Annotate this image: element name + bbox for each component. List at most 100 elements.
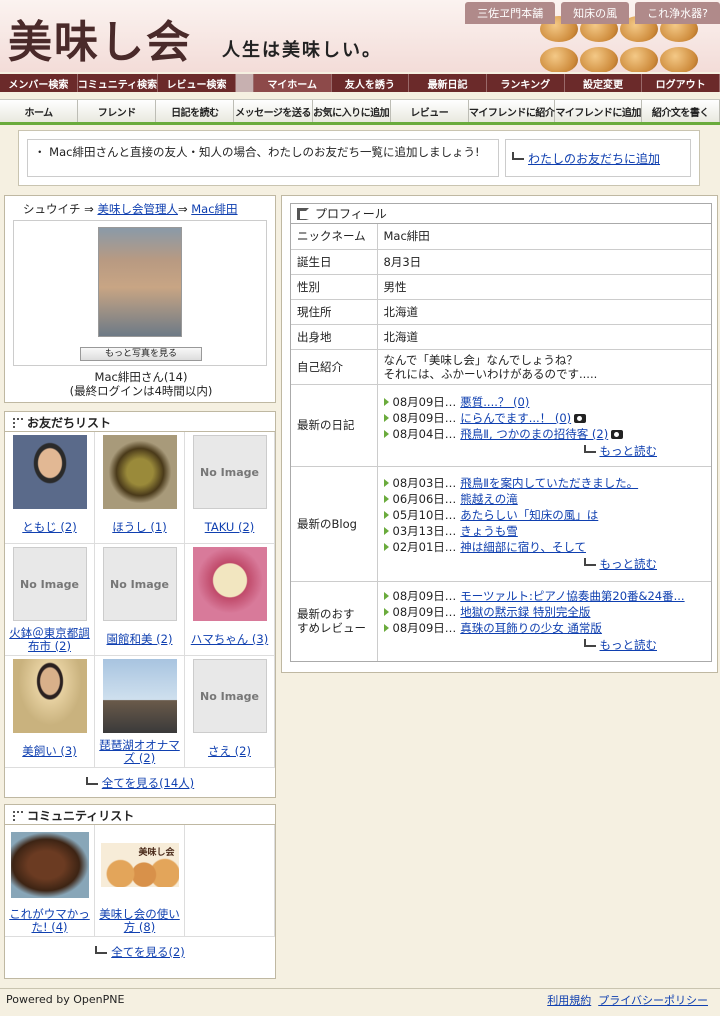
tab-friend[interactable]: フレンド (78, 100, 157, 122)
add-friend-link[interactable]: わたしのお友だちに追加 (528, 150, 660, 167)
community-link[interactable]: これがウマかった! (4) (7, 907, 92, 934)
nav-logout[interactable]: ログアウト (642, 74, 720, 92)
member-name-block: Mac緋田さん(14) (最終ログインは4時間以内) (5, 370, 277, 398)
friend-photo[interactable] (102, 659, 177, 733)
blog-list: 08月03日… 飛鳥Ⅱを案内していただきました。 06月06日… 熊越えの滝 05月10… (377, 466, 711, 582)
nav-my-home[interactable]: マイホーム (253, 74, 332, 92)
read-more-link[interactable]: もっと読む (600, 443, 658, 459)
profile-row: 性別 男性 (291, 274, 711, 300)
entry-link[interactable]: 熊越えの滝 (460, 491, 518, 507)
entry-link[interactable]: にらんでます...！ (0) (460, 410, 571, 426)
community-cell[interactable]: 美味し会 美味し会の使い方 (8) (95, 825, 185, 937)
toplink-shiretoko[interactable]: 知床の風 (561, 2, 630, 24)
path-member-link[interactable]: Mac緋田 (191, 202, 237, 216)
friend-link[interactable]: ほうし (1) (112, 521, 166, 534)
site-logo[interactable]: 美味し会 (8, 6, 192, 70)
friend-link[interactable]: 琵琶湖オオナマズ (2) (97, 738, 182, 765)
read-more-link[interactable]: もっと読む (600, 556, 658, 572)
friend-photo[interactable] (12, 659, 87, 733)
friend-cell[interactable]: No Image TAKU (2) (185, 432, 275, 544)
entry-link[interactable]: 神は細部に宿り、そして (460, 539, 586, 555)
nav-community-search[interactable]: コミュニティ検索 (78, 74, 159, 92)
tab-introduce-to-friends[interactable]: マイフレンドに紹介 (468, 100, 556, 122)
entry-link[interactable]: きょうも雪 (460, 523, 518, 539)
community-see-all-link[interactable]: 全てを見る(2) (111, 944, 185, 960)
profile-intro: なんで「美味し会」なんでしょうね？ それには、ふかーいわけがあるのです..... (377, 349, 711, 385)
community-image-bread[interactable]: 美味し会 (100, 843, 179, 887)
entry-link[interactable]: 悪質....？ (0) (460, 394, 529, 410)
friend-cell[interactable]: ともじ (2) (5, 432, 95, 544)
bullet-triangle-icon (383, 430, 389, 438)
tab-review[interactable]: レビュー (390, 100, 469, 122)
tab-add-my-friend[interactable]: マイフレンドに追加 (555, 100, 642, 122)
entry-link[interactable]: モーツァルト:ピアノ協奏曲第20番&24番... (460, 588, 684, 604)
entry-date: 08月09日… (392, 621, 457, 636)
nav-search-box[interactable] (235, 74, 254, 92)
entry-link[interactable]: 真珠の耳飾りの少女 通常版 (460, 620, 602, 636)
no-image-placeholder[interactable]: No Image (102, 547, 177, 621)
tab-write-intro[interactable]: 紹介文を書く (641, 100, 720, 122)
friend-cell[interactable]: No Image 火鉢＠東京都調布市 (2) (5, 544, 95, 656)
tab-read-diary[interactable]: 日記を読む (156, 100, 235, 122)
entry-link[interactable]: あたらしい「知床の風」は (460, 507, 598, 523)
tab-add-favorite[interactable]: お気に入りに追加 (312, 100, 391, 122)
friend-list-panel: お友だちリスト ともじ (2) ほうし (1) No Image TAKU (2) No… (4, 411, 276, 798)
member-photo[interactable] (98, 227, 182, 337)
nav-invite-friend[interactable]: 友人を誘う (332, 74, 410, 92)
friend-link[interactable]: さえ (2) (208, 745, 251, 758)
profile-key: 現住所 (291, 299, 378, 325)
no-image-placeholder[interactable]: No Image (192, 659, 267, 733)
toplink-water-filter[interactable]: これ浄水器? (635, 2, 720, 24)
friend-cell[interactable]: No Image さえ (2) (185, 656, 275, 768)
profile-title: プロフィール (291, 204, 711, 224)
photo-box: もっと写真を見る (13, 220, 267, 366)
more-photos-button[interactable]: もっと写真を見る (80, 347, 202, 361)
community-list-heading: コミュニティリスト (27, 809, 135, 823)
friend-cell[interactable]: 美飼い (3) (5, 656, 95, 768)
entry-date: 08月09日… (392, 411, 457, 425)
bullet-triangle-icon (383, 608, 389, 617)
friend-link[interactable]: TAKU (2) (205, 521, 255, 534)
entry-link[interactable]: 地獄の黙示録 特別完全版 (460, 604, 590, 620)
nav-ranking[interactable]: ランキング (487, 74, 565, 92)
tab-home[interactable]: ホーム (0, 100, 79, 122)
entry-link[interactable]: 飛鳥Ⅱ, つかのまの招待客 (2) (460, 426, 608, 442)
friend-cell[interactable]: 琵琶湖オオナマズ (2) (95, 656, 185, 768)
entry-link[interactable]: 飛鳥Ⅱを案内していただきました。 (460, 475, 638, 491)
profile-row: ニックネーム Mac緋田 (291, 224, 711, 250)
friend-cell[interactable]: ハマちゃん (3) (185, 544, 275, 656)
read-more-link[interactable]: もっと読む (600, 637, 658, 653)
no-image-placeholder[interactable]: No Image (12, 547, 87, 621)
friend-photo[interactable] (192, 547, 267, 621)
friend-link[interactable]: ともじ (2) (22, 521, 76, 534)
entry-row: 05月10日… あたらしい「知床の風」は (383, 507, 706, 523)
privacy-link[interactable]: プライバシーポリシー (598, 994, 708, 1007)
friend-link[interactable]: 園館和美 (2) (107, 633, 173, 646)
friend-link[interactable]: 火鉢＠東京都調布市 (2) (7, 626, 92, 653)
toplink-misaemon[interactable]: 三佐ヱ門本舗 (465, 2, 556, 24)
friend-link[interactable]: 美飼い (3) (22, 745, 76, 758)
nav-review-search[interactable]: レビュー検索 (158, 74, 236, 92)
community-list-title: コミュニティリスト (5, 805, 275, 825)
friend-photo[interactable] (12, 435, 87, 509)
friend-see-all: 全てを見る(14人) (5, 768, 275, 798)
nav-latest-diary[interactable]: 最新日記 (409, 74, 487, 92)
friend-cell[interactable]: No Image 園館和美 (2) (95, 544, 185, 656)
site-header: 美味し会 人生は美味しい。 三佐ヱ門本舗 知床の風 これ浄水器? (0, 0, 720, 72)
friend-cell[interactable]: ほうし (1) (95, 432, 185, 544)
bullet-triangle-icon (383, 592, 389, 601)
friend-photo[interactable] (102, 435, 177, 509)
tab-send-message[interactable]: メッセージを送る (234, 100, 313, 122)
nav-settings[interactable]: 設定変更 (565, 74, 643, 92)
path-admin-link[interactable]: 美味し会管理人 (97, 202, 178, 216)
read-more: もっと読む (384, 636, 706, 654)
no-image-placeholder[interactable]: No Image (192, 435, 267, 509)
intro-line: それには、ふかーいわけがあるのです..... (383, 366, 598, 381)
terms-link[interactable]: 利用規約 (547, 994, 591, 1007)
community-link[interactable]: 美味し会の使い方 (8) (97, 907, 182, 934)
friend-link[interactable]: ハマちゃん (3) (191, 633, 268, 646)
community-image-horse[interactable] (10, 832, 89, 898)
nav-member-search[interactable]: メンバー検索 (0, 74, 78, 92)
community-cell[interactable]: これがウマかった! (4) (5, 825, 95, 937)
friend-see-all-link[interactable]: 全てを見る(14人) (102, 775, 194, 791)
